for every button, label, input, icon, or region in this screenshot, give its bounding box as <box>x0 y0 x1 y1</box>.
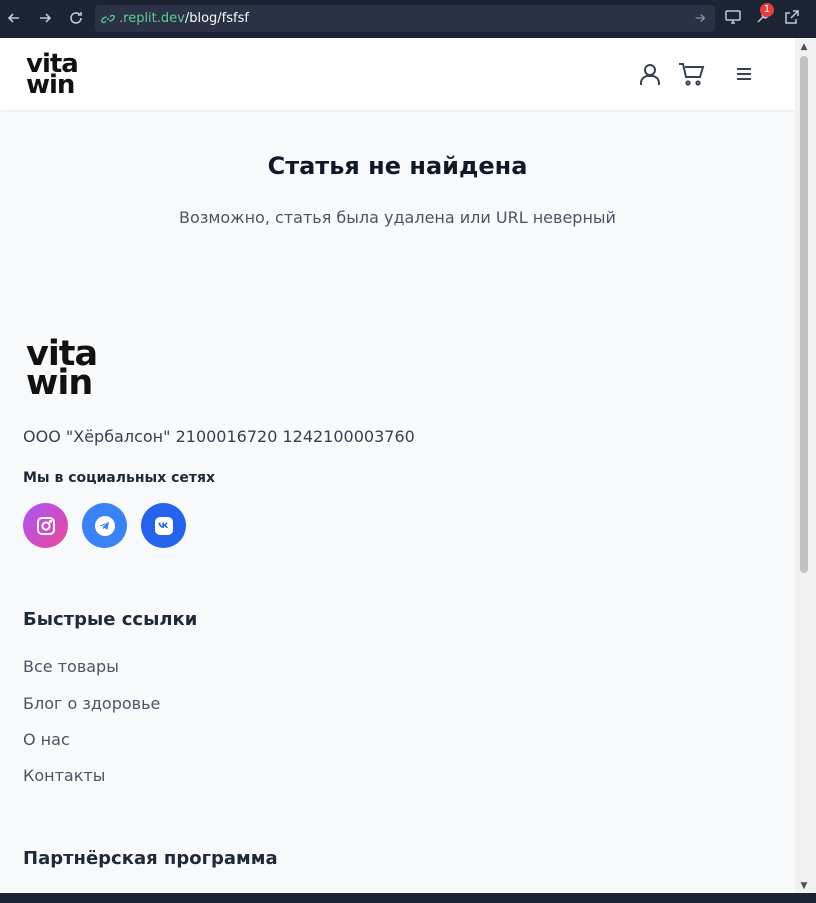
window-bottom-edge <box>0 893 816 903</box>
url-text: .replit.dev/blog/fsfsf <box>119 11 249 26</box>
vk-link[interactable] <box>141 503 186 548</box>
go-arrow-icon[interactable] <box>693 11 707 25</box>
notification-badge: 1 <box>760 3 774 17</box>
instagram-link[interactable] <box>23 503 68 548</box>
user-icon[interactable] <box>636 60 664 88</box>
page-scrollbar[interactable]: ▲ ▼ <box>795 38 816 893</box>
devices-icon[interactable] <box>724 8 744 28</box>
page-viewport: vita win Статья не найдена Возможно, ста… <box>0 38 795 893</box>
browser-toolbar: .replit.dev/blog/fsfsf 1 <box>0 0 816 38</box>
cart-icon[interactable] <box>677 60 705 88</box>
scroll-thumb[interactable] <box>800 56 808 573</box>
scroll-down-icon[interactable]: ▼ <box>798 881 810 891</box>
partner-program-heading: Партнёрская программа <box>23 848 278 869</box>
forward-icon[interactable] <box>34 7 56 29</box>
open-external-icon[interactable] <box>783 8 803 28</box>
social-heading: Мы в социальных сетях <box>23 470 216 486</box>
company-info: ООО "Хёрбалсон" 2100016720 1242100003760 <box>23 427 415 446</box>
page-title: Статья не найдена <box>267 152 528 180</box>
quick-links-heading: Быстрые ссылки <box>23 609 198 630</box>
url-bar[interactable]: .replit.dev/blog/fsfsf <box>95 5 715 32</box>
instagram-icon <box>36 516 55 535</box>
link-all-products[interactable]: Все товары <box>23 657 119 676</box>
site-logo[interactable]: vita win <box>26 51 79 99</box>
link-about[interactable]: О нас <box>23 730 70 749</box>
telegram-link[interactable] <box>82 503 127 548</box>
site-header: vita win <box>0 38 795 110</box>
link-icon <box>101 14 115 23</box>
scroll-up-icon[interactable]: ▲ <box>798 42 810 52</box>
telegram-icon <box>94 515 115 536</box>
link-health-blog[interactable]: Блог о здоровье <box>23 694 160 713</box>
footer-logo[interactable]: vita win <box>26 337 98 400</box>
reload-icon[interactable] <box>65 7 87 29</box>
link-contacts[interactable]: Контакты <box>23 766 105 785</box>
menu-icon[interactable] <box>730 60 758 88</box>
not-found-message: Возможно, статья была удалена или URL не… <box>179 208 616 227</box>
vk-icon <box>154 516 173 535</box>
back-icon[interactable] <box>3 7 25 29</box>
